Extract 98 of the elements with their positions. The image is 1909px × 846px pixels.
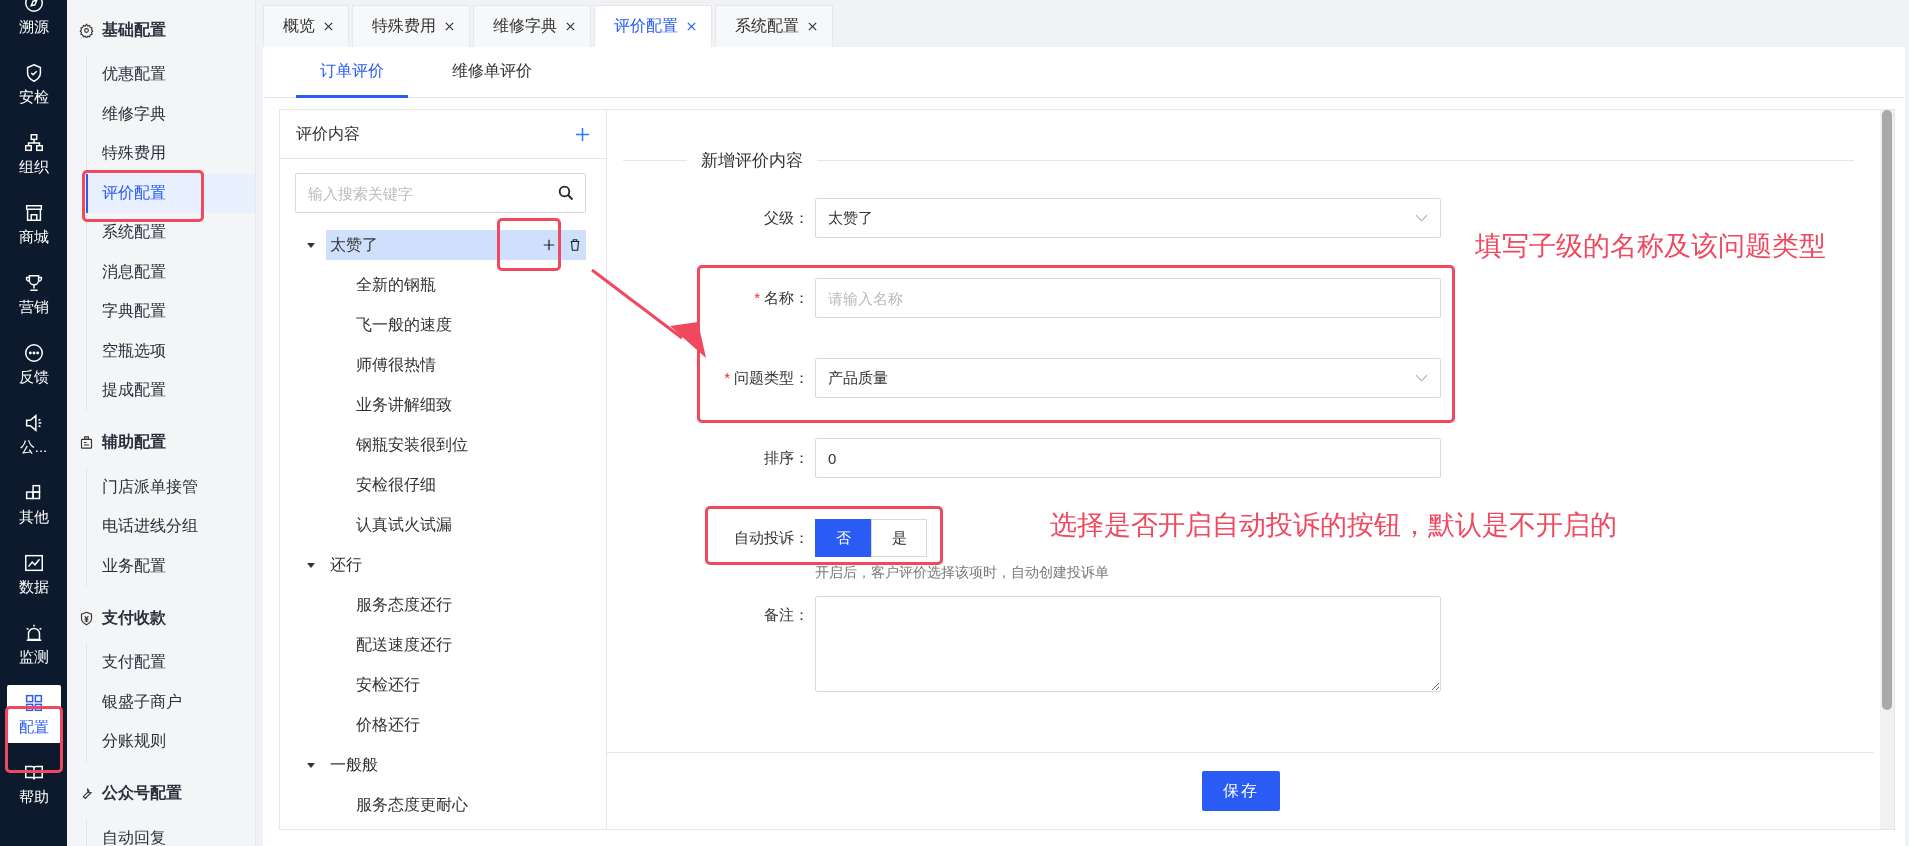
tree-node[interactable]: 还行 [326, 550, 586, 580]
rail-nav-item[interactable]: 公... [6, 405, 61, 463]
trash-icon[interactable] [568, 238, 582, 252]
menu-group-title: 基础配置 [102, 19, 166, 40]
rail-nav-item[interactable]: 溯源 [6, 0, 61, 43]
close-icon[interactable] [686, 21, 697, 32]
field-label: 父级： [764, 208, 809, 226]
close-icon[interactable] [444, 21, 455, 32]
chat-icon [22, 341, 45, 364]
page-tab[interactable]: 特殊费用 [352, 5, 470, 47]
yen-icon [79, 610, 94, 626]
annotation-text: 填写子级的名称及该问题类型 [1475, 230, 1826, 263]
search-icon[interactable] [558, 185, 574, 201]
select-field[interactable]: 太赞了 [815, 198, 1441, 238]
search-field[interactable]: 输入搜索关键字 [295, 173, 586, 213]
caret-icon[interactable] [306, 240, 316, 250]
menu-item[interactable]: 业务配置 [86, 546, 255, 586]
close-icon[interactable] [565, 21, 576, 32]
tree-node[interactable]: 安检很仔细 [280, 465, 606, 505]
field-label: 名称： [764, 288, 809, 306]
tree-node[interactable]: 业务讲解细致 [280, 385, 606, 425]
page-tab[interactable]: 维修字典 [473, 5, 591, 47]
menu-item[interactable]: 维修字典 [86, 94, 255, 134]
tree-node[interactable]: 全新的钢瓶 [280, 265, 606, 305]
menu-group-title: 支付收款 [102, 607, 166, 628]
menu-group-title: 公众号配置 [102, 783, 182, 803]
scrollbar[interactable] [1880, 110, 1894, 829]
rail-nav-item[interactable]: 其他 [6, 475, 61, 533]
menu-item[interactable]: 自动回复 [86, 818, 255, 846]
menu-group-title: 辅助配置 [102, 432, 166, 452]
menu-item[interactable]: 消息配置 [86, 252, 255, 292]
menu-item[interactable]: 银盛子商户 [86, 682, 255, 722]
chevron-down-icon [1415, 374, 1428, 382]
field-label: 排序： [764, 448, 809, 466]
menu-item[interactable]: 空瓶选项 [86, 331, 255, 371]
toggle-option[interactable]: 否 [815, 519, 871, 557]
add-icon[interactable] [575, 126, 590, 142]
tree-node[interactable]: 价格还行 [280, 705, 606, 745]
highlight-frame [5, 706, 63, 773]
toggle-option[interactable]: 是 [871, 519, 927, 557]
tree-node[interactable]: 飞一般的速度 [280, 305, 606, 345]
field-label: 问题类型： [734, 368, 809, 386]
help-text: 开启后，客户评价选择该项时，自动创建投诉单 [815, 564, 1110, 582]
gear-icon [79, 22, 94, 38]
menu-item[interactable]: 字典配置 [86, 292, 255, 332]
tree-node[interactable]: 安检还行 [280, 665, 606, 705]
tree-node[interactable]: 配送速度还行 [280, 625, 606, 665]
menu-item[interactable]: 系统配置 [86, 213, 255, 253]
rail-nav-item[interactable]: 配置 [6, 685, 61, 743]
save-button[interactable]: 保存 [1201, 771, 1280, 811]
rail-nav-item[interactable]: 数据 [6, 545, 61, 603]
page-tab[interactable]: 系统配置 [715, 5, 833, 47]
rail-nav-item[interactable]: 帮助 [6, 755, 61, 813]
highlight-frame [497, 218, 561, 271]
sub-tab[interactable]: 维修单评价 [428, 47, 556, 98]
rail-nav-item[interactable]: 反馈 [6, 335, 61, 393]
tree-node[interactable]: 服务态度还行 [280, 585, 606, 625]
menu-item[interactable]: 评价配置 [86, 173, 255, 213]
annotation-text: 选择是否开启自动投诉的按钮，默认是不开启的 [1050, 509, 1617, 542]
close-icon[interactable] [807, 21, 818, 32]
tree-node[interactable]: 一般般 [326, 750, 586, 780]
rail-nav-item[interactable]: 监测 [6, 615, 61, 673]
menu-item[interactable]: 电话进线分组 [86, 507, 255, 547]
field-label: 备注： [764, 606, 809, 623]
required-mark: * [724, 368, 730, 386]
caret-icon[interactable] [306, 760, 316, 770]
rail-nav-item[interactable]: 安检 [6, 55, 61, 113]
menu-item[interactable]: 分账规则 [86, 722, 255, 762]
close-icon[interactable] [323, 21, 334, 32]
section-title: 新增评价内容 [701, 149, 803, 172]
field-label: 自动投诉： [734, 528, 809, 546]
panel-title: 评价内容 [296, 123, 360, 144]
chevron-down-icon [1415, 214, 1428, 222]
sub-tab[interactable]: 订单评价 [296, 47, 408, 98]
required-mark: * [754, 288, 760, 306]
caret-icon[interactable] [306, 560, 316, 570]
page-tab[interactable]: 概览 [263, 5, 349, 47]
rail-nav-item[interactable]: 商城 [6, 195, 61, 253]
badge-icon [79, 435, 94, 450]
menu-item[interactable]: 门店派单接管 [86, 467, 255, 507]
tree-node[interactable]: 师傅很热情 [280, 345, 606, 385]
rail-nav-item[interactable]: 营销 [6, 265, 61, 323]
page-tab[interactable]: 评价配置 [594, 5, 712, 47]
org-icon [22, 131, 45, 154]
menu-item[interactable]: 特殊费用 [86, 134, 255, 174]
tree-node[interactable]: 钢瓶安装很到位 [280, 425, 606, 465]
tree-node[interactable]: 太赞了 [326, 230, 586, 260]
remarks-field[interactable] [815, 596, 1441, 692]
tree-node[interactable]: 服务态度更耐心 [280, 785, 606, 825]
rail-nav-item[interactable]: 组织 [6, 125, 61, 183]
menu-item[interactable]: 支付配置 [86, 643, 255, 683]
select-field[interactable]: 产品质量 [815, 358, 1441, 398]
input-field[interactable]: 0 [815, 438, 1441, 478]
menu-item[interactable]: 提成配置 [86, 371, 255, 411]
add-icon[interactable] [542, 238, 556, 252]
tree-node[interactable]: 认真试火试漏 [280, 505, 606, 545]
input-field[interactable]: 请输入名称 [815, 278, 1441, 318]
menu-item[interactable]: 优惠配置 [86, 55, 255, 95]
